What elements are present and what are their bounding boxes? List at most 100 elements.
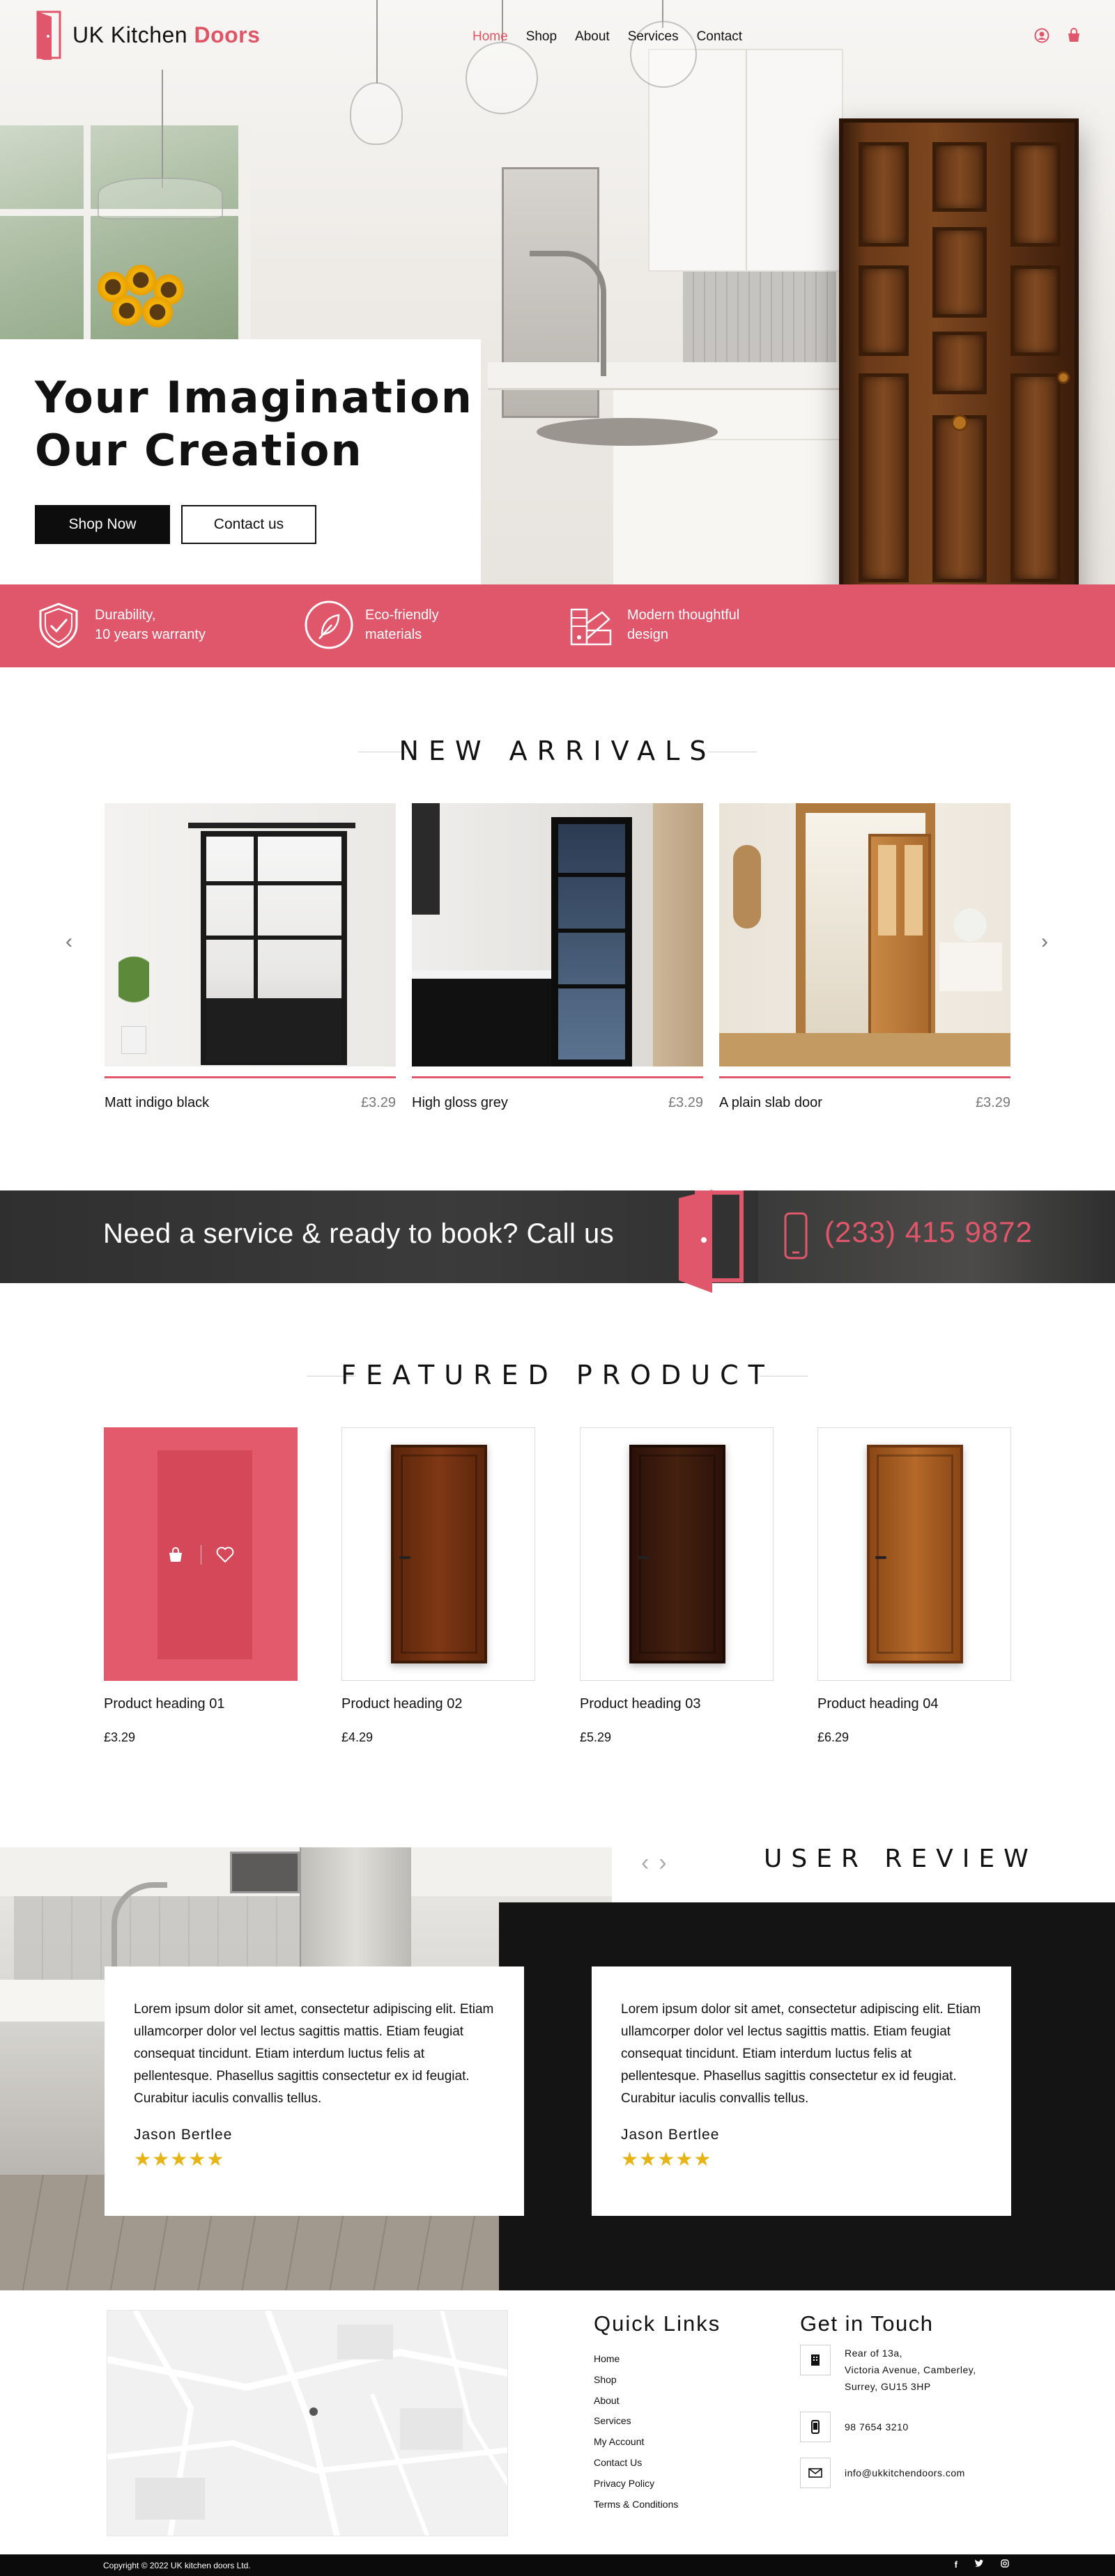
footer-link-my-account[interactable]: My Account <box>594 2432 678 2453</box>
shopping-bag-icon[interactable] <box>1066 28 1082 43</box>
footer-link-services[interactable]: Services <box>594 2411 678 2432</box>
next-arrow-icon[interactable]: › <box>659 1849 676 1876</box>
call-phone-number[interactable]: (233) 415 9872 <box>824 1216 1033 1249</box>
arrival-name: Matt indigo black <box>105 1095 210 1110</box>
contact-phone[interactable]: 98 7654 3210 <box>845 2412 909 2442</box>
mobile-phone-icon <box>811 2420 820 2434</box>
product-price: £5.29 <box>580 1730 612 1744</box>
footer-link-shop[interactable]: Shop <box>594 2370 678 2391</box>
product-image <box>104 1427 298 1681</box>
featured-product-title: FEATURED PRODUCT <box>341 1360 774 1390</box>
quick-links-list: Home Shop About Services My Account Cont… <box>594 2349 678 2515</box>
sunflower-vase-image <box>91 265 202 341</box>
new-arrivals-title: NEW ARRIVALS <box>399 736 716 766</box>
hero-card: Your Imagination Our Creation Shop Now C… <box>0 339 481 584</box>
chandelier-image <box>98 178 223 219</box>
footer-link-home[interactable]: Home <box>594 2349 678 2370</box>
nav-icons <box>1034 28 1082 43</box>
review-nav-arrows: ‹› <box>641 1849 677 1877</box>
product-image <box>341 1427 535 1681</box>
review-card: Lorem ipsum dolor sit amet, consectetur … <box>592 1966 1011 2216</box>
next-arrow-icon[interactable]: › <box>1041 930 1048 954</box>
nav-shop-link[interactable]: Shop <box>526 29 557 45</box>
star-rating-icon: ★★★★★ <box>621 2148 712 2170</box>
nav-about-link[interactable]: About <box>575 29 610 45</box>
call-banner-text: Need a service & ready to book? Call us <box>103 1218 615 1249</box>
arrival-price: £3.29 <box>975 1095 1010 1110</box>
nav-links: Home Shop About Services Contact <box>472 29 742 45</box>
feature-line2: design <box>627 627 668 642</box>
footer-link-contact-us[interactable]: Contact Us <box>594 2453 678 2474</box>
get-in-touch-title: Get in Touch <box>800 2311 934 2336</box>
instagram-icon[interactable] <box>1001 2559 1009 2568</box>
product-name: Product heading 02 <box>341 1696 463 1712</box>
phone-icon <box>784 1212 808 1259</box>
feature-strip: Durability, 10 years warranty Eco-friendl… <box>0 584 1115 667</box>
prev-arrow-icon[interactable]: ‹ <box>66 930 72 954</box>
address-line: Victoria Avenue, Camberley, <box>845 2364 976 2375</box>
hero-sink-image <box>537 418 718 446</box>
footer-link-terms[interactable]: Terms & Conditions <box>594 2494 678 2515</box>
feature-eco: Eco-friendly materials <box>304 600 439 650</box>
twitter-icon[interactable] <box>974 2559 984 2568</box>
hero-backsplash-image <box>683 272 836 362</box>
shield-check-icon <box>39 603 78 649</box>
design-swatch-icon <box>570 608 612 646</box>
call-phone-panel[interactable]: (233) 415 9872 <box>758 1190 1115 1283</box>
arrival-price: £3.29 <box>360 1095 396 1110</box>
heart-icon[interactable] <box>216 1546 234 1563</box>
product-card[interactable]: Product heading 04 £6.29 <box>817 1427 1011 1745</box>
address-line: Surrey, GU15 3HP <box>845 2381 931 2392</box>
product-price: £3.29 <box>104 1730 136 1744</box>
contact-email[interactable]: info@ukkitchendoors.com <box>845 2458 965 2488</box>
facebook-icon[interactable]: f <box>955 2559 958 2570</box>
product-name: Product heading 03 <box>580 1696 701 1712</box>
feature-design: Modern thoughtful design <box>566 600 739 650</box>
star-rating-icon: ★★★★★ <box>134 2148 225 2170</box>
footer-link-about[interactable]: About <box>594 2391 678 2412</box>
arrival-image <box>105 803 396 1066</box>
contact-us-button[interactable]: Contact us <box>181 505 316 544</box>
arrival-image <box>412 803 703 1066</box>
arrival-card[interactable]: A plain slab door £3.29 <box>719 803 1010 1111</box>
feature-line1: Durability, <box>95 607 156 623</box>
product-name: Product heading 04 <box>817 1696 939 1712</box>
feature-line1: Eco-friendly <box>365 607 439 623</box>
open-door-icon <box>679 1190 744 1293</box>
nav-services-link[interactable]: Services <box>628 29 679 45</box>
arrival-name: A plain slab door <box>719 1095 822 1110</box>
nav-home-link[interactable]: Home <box>472 29 508 45</box>
product-card[interactable]: Product heading 03 £5.29 <box>580 1427 774 1745</box>
product-card[interactable]: Product heading 01 £3.29 <box>104 1427 298 1745</box>
shopping-bag-icon[interactable] <box>167 1546 184 1563</box>
prev-arrow-icon[interactable]: ‹ <box>641 1849 659 1876</box>
door-logo-icon <box>36 10 61 60</box>
footer-link-privacy[interactable]: Privacy Policy <box>594 2474 678 2494</box>
feature-line2: 10 years warranty <box>95 627 206 642</box>
arrival-image <box>719 803 1010 1066</box>
copyright-bar: Copyright © 2022 UK kitchen doors Ltd. f <box>0 2554 1115 2576</box>
hero-faucet-image <box>530 251 606 376</box>
arrival-card[interactable]: Matt indigo black £3.29 <box>105 803 396 1111</box>
nav-contact-link[interactable]: Contact <box>697 29 742 45</box>
building-icon <box>811 2354 820 2366</box>
hero-title-line1: Your Imagination <box>35 372 473 423</box>
product-card[interactable]: Product heading 02 £4.29 <box>341 1427 535 1745</box>
user-icon[interactable] <box>1034 28 1049 43</box>
page: Your Imagination Our Creation Shop Now C… <box>0 0 1115 2576</box>
address-item: Rear of 13a, Victoria Avenue, Camberley,… <box>800 2345 976 2395</box>
social-links: f <box>955 2559 1009 2570</box>
arrival-card[interactable]: High gloss grey £3.29 <box>412 803 703 1111</box>
location-map[interactable] <box>107 2310 508 2536</box>
arrival-price: £3.29 <box>668 1095 703 1110</box>
user-review-title: USER REVIEW <box>764 1845 1038 1873</box>
shop-now-button[interactable]: Shop Now <box>35 505 170 544</box>
quick-links-title: Quick Links <box>594 2311 721 2336</box>
email-item: info@ukkitchendoors.com <box>800 2458 965 2488</box>
feature-durability: Durability, 10 years warranty <box>33 600 206 650</box>
hero-title: Your Imagination Our Creation <box>35 371 481 477</box>
reviewer-name: Jason Bertlee <box>134 2127 233 2143</box>
phone-item: 98 7654 3210 <box>800 2412 909 2442</box>
feature-line2: materials <box>365 627 422 642</box>
brand-logo[interactable]: UK Kitchen Doors <box>33 10 260 60</box>
